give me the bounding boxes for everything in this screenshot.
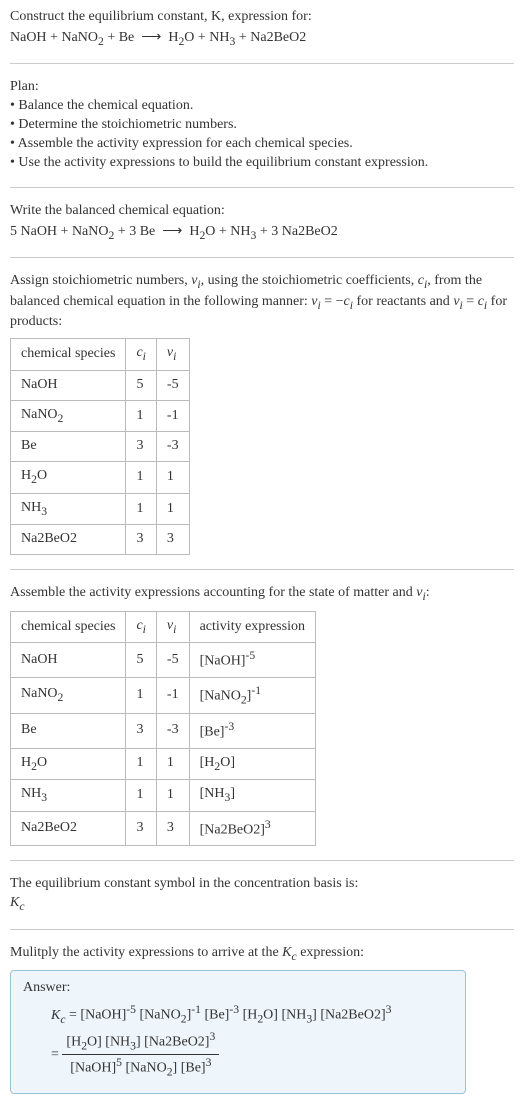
cell-ci: 1 xyxy=(126,462,156,494)
cell-ci: 3 xyxy=(126,432,156,462)
col-activity: activity expression xyxy=(189,611,315,643)
cell-ci: 1 xyxy=(126,400,156,432)
divider xyxy=(10,257,514,258)
cell-species: Be xyxy=(11,714,126,749)
cell-ci: 5 xyxy=(126,643,156,678)
kc-intro: The equilibrium constant symbol in the c… xyxy=(10,875,514,894)
stoich-intro: Assign stoichiometric numbers, νi, using… xyxy=(10,272,514,332)
cell-activity: [H2O] xyxy=(189,748,315,780)
col-nui: νi xyxy=(156,339,189,371)
cell-ci: 3 xyxy=(126,714,156,749)
cell-ci: 1 xyxy=(126,780,156,812)
cell-species: Be xyxy=(11,432,126,462)
cell-nui: 1 xyxy=(156,493,189,525)
divider xyxy=(10,860,514,861)
divider xyxy=(10,569,514,570)
cell-nui: -5 xyxy=(156,643,189,678)
plan-list: • Balance the chemical equation.• Determ… xyxy=(10,97,514,173)
cell-ci: 3 xyxy=(126,525,156,555)
cell-species: NaNO2 xyxy=(11,400,126,432)
cell-nui: 3 xyxy=(156,811,189,846)
cell-ci: 1 xyxy=(126,748,156,780)
cell-species: NH3 xyxy=(11,493,126,525)
plan-title: Plan: xyxy=(10,78,514,97)
cell-ci: 1 xyxy=(126,493,156,525)
cell-activity: [NaOH]-5 xyxy=(189,643,315,678)
answer-line1: Kc = [NaOH]-5 [NaNO2]-1 [Be]-3 [H2O] [NH… xyxy=(51,1002,453,1027)
table-row: NH311[NH3] xyxy=(11,780,316,812)
plan-item: • Balance the chemical equation. xyxy=(10,97,514,116)
unbalanced-equation: NaOH + NaNO2 + Be ⟶ H2O + NH3 + Na2BeO2 xyxy=(10,29,514,50)
table-row: Be3-3[Be]-3 xyxy=(11,714,316,749)
cell-nui: 1 xyxy=(156,748,189,780)
cell-ci: 1 xyxy=(126,677,156,713)
plan-item: • Use the activity expressions to build … xyxy=(10,154,514,173)
cell-species: H2O xyxy=(11,462,126,494)
plan-item: • Determine the stoichiometric numbers. xyxy=(10,116,514,135)
table-row: NaOH5-5 xyxy=(11,370,190,400)
col-species: chemical species xyxy=(11,339,126,371)
cell-species: NaNO2 xyxy=(11,677,126,713)
cell-activity: [NH3] xyxy=(189,780,315,812)
cell-species: NaOH xyxy=(11,643,126,678)
kc-symbol: Kc xyxy=(10,894,514,915)
divider xyxy=(10,63,514,64)
divider xyxy=(10,187,514,188)
fraction-denominator: [NaOH]5 [NaNO2] [Be]3 xyxy=(62,1055,219,1080)
table-row: H2O11[H2O] xyxy=(11,748,316,780)
cell-species: NH3 xyxy=(11,780,126,812)
balanced-intro: Write the balanced chemical equation: xyxy=(10,202,514,221)
answer-fraction: [H2O] [NH3] [Na2BeO2]3 [NaOH]5 [NaNO2] [… xyxy=(62,1029,219,1080)
stoich-table: chemical species ci νi NaOH5-5NaNO21-1Be… xyxy=(10,338,190,555)
table-row: NaOH5-5[NaOH]-5 xyxy=(11,643,316,678)
prompt-line: Construct the equilibrium constant, K, e… xyxy=(10,8,514,27)
cell-nui: -3 xyxy=(156,714,189,749)
col-nui: νi xyxy=(156,611,189,643)
balanced-equation: 5 NaOH + NaNO2 + 3 Be ⟶ H2O + NH3 + 3 Na… xyxy=(10,223,514,244)
cell-nui: 1 xyxy=(156,462,189,494)
cell-species: NaOH xyxy=(11,370,126,400)
cell-activity: [Be]-3 xyxy=(189,714,315,749)
divider xyxy=(10,929,514,930)
table-row: Be3-3 xyxy=(11,432,190,462)
multiply-line: Mulitply the activity expressions to arr… xyxy=(10,944,514,965)
activity-table: chemical species ci νi activity expressi… xyxy=(10,611,316,846)
cell-species: Na2BeO2 xyxy=(11,525,126,555)
activity-intro: Assemble the activity expressions accoun… xyxy=(10,584,514,605)
cell-activity: [NaNO2]-1 xyxy=(189,677,315,713)
col-ci: ci xyxy=(126,339,156,371)
cell-ci: 5 xyxy=(126,370,156,400)
cell-activity: [Na2BeO2]3 xyxy=(189,811,315,846)
table-row: NaNO21-1 xyxy=(11,400,190,432)
cell-nui: 1 xyxy=(156,780,189,812)
cell-nui: -1 xyxy=(156,677,189,713)
table-row: NH311 xyxy=(11,493,190,525)
table-row: Na2BeO233 xyxy=(11,525,190,555)
table-row: Na2BeO233[Na2BeO2]3 xyxy=(11,811,316,846)
cell-nui: -3 xyxy=(156,432,189,462)
plan-item: • Assemble the activity expression for e… xyxy=(10,135,514,154)
table-row: H2O11 xyxy=(11,462,190,494)
table-row: NaNO21-1[NaNO2]-1 xyxy=(11,677,316,713)
fraction-numerator: [H2O] [NH3] [Na2BeO2]3 xyxy=(62,1029,219,1055)
cell-nui: -5 xyxy=(156,370,189,400)
answer-box: Answer: Kc = [NaOH]-5 [NaNO2]-1 [Be]-3 [… xyxy=(10,970,466,1094)
cell-species: H2O xyxy=(11,748,126,780)
equals-sign: = xyxy=(51,1047,62,1062)
cell-ci: 3 xyxy=(126,811,156,846)
answer-label: Answer: xyxy=(23,979,453,998)
cell-nui: -1 xyxy=(156,400,189,432)
cell-species: Na2BeO2 xyxy=(11,811,126,846)
col-ci: ci xyxy=(126,611,156,643)
col-species: chemical species xyxy=(11,611,126,643)
cell-nui: 3 xyxy=(156,525,189,555)
